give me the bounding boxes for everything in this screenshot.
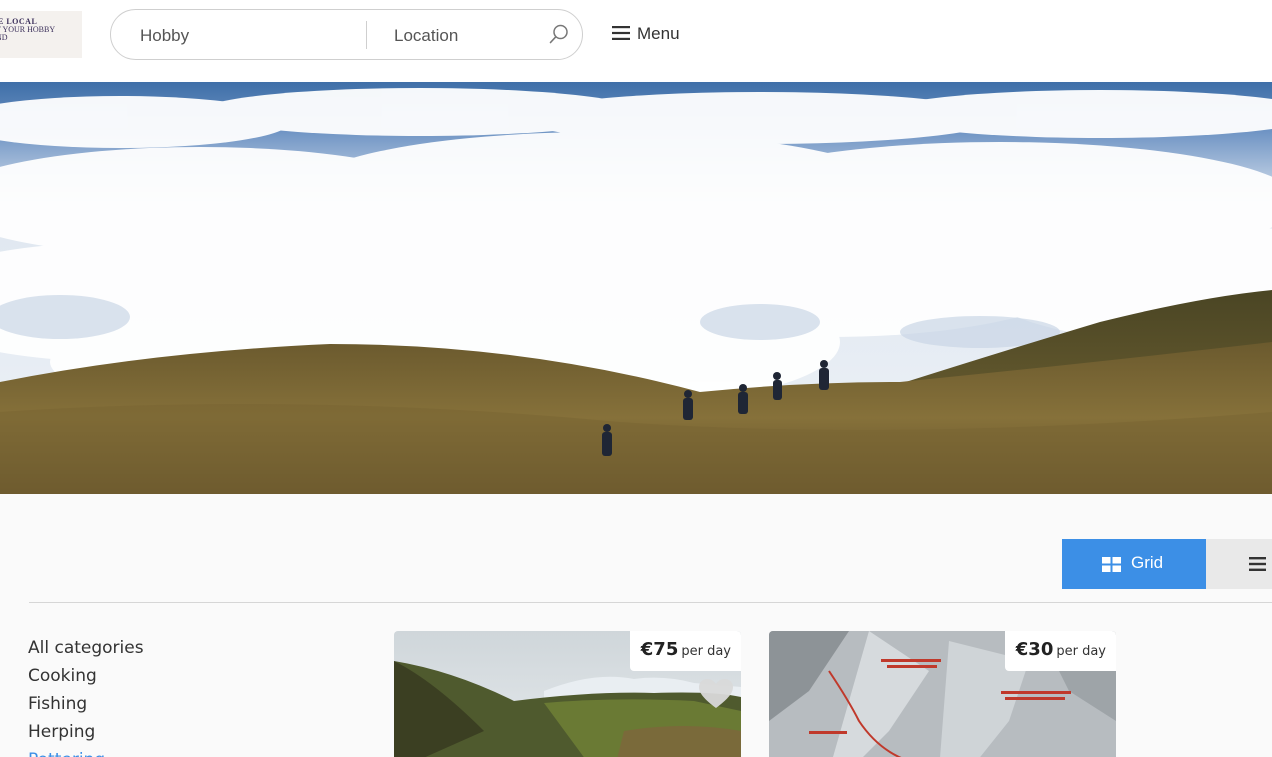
category-list: All categories Cooking Fishing Herping P… [28,634,144,757]
menu-label: Menu [637,24,680,43]
price-amount: €30 [1015,639,1054,660]
logo-line-3: ND [0,33,8,42]
list-view-button[interactable] [1206,539,1272,589]
grid-view-label: Grid [1131,553,1164,572]
grid-icon [1102,557,1121,572]
category-pottering[interactable]: Pottering [28,746,144,757]
list-icon [1249,557,1266,571]
search-bar: Hobby Location [110,9,583,60]
listing-card[interactable]: €75 per day [394,631,741,757]
price-tag: €75 per day [629,631,741,671]
category-all[interactable]: All categories [28,634,144,662]
location-input[interactable]: Location [394,26,458,46]
hero-image [0,82,1272,494]
grid-view-button[interactable]: Grid [1062,539,1206,589]
site-logo[interactable]: E LOCAL T YOUR HOBBY ND [0,11,82,58]
price-unit: per day [1056,644,1106,659]
menu-button[interactable]: Menu [612,24,680,46]
price-amount: €75 [640,639,679,660]
hobby-input[interactable]: Hobby [140,26,189,46]
category-fishing[interactable]: Fishing [28,690,144,718]
price-unit: per day [681,644,731,659]
hamburger-icon [612,26,630,40]
top-header: E LOCAL T YOUR HOBBY ND Hobby Location M… [0,0,1272,82]
listing-card[interactable]: €30 per day [769,631,1116,757]
logo-line-2: T YOUR HOBBY [0,25,56,34]
search-divider [366,21,367,49]
favorite-heart-icon[interactable] [698,678,734,710]
category-herping[interactable]: Herping [28,718,144,746]
toolbar-divider [29,602,1272,603]
category-cooking[interactable]: Cooking [28,662,144,690]
search-icon[interactable] [548,23,570,45]
price-tag: €30 per day [1004,631,1116,671]
